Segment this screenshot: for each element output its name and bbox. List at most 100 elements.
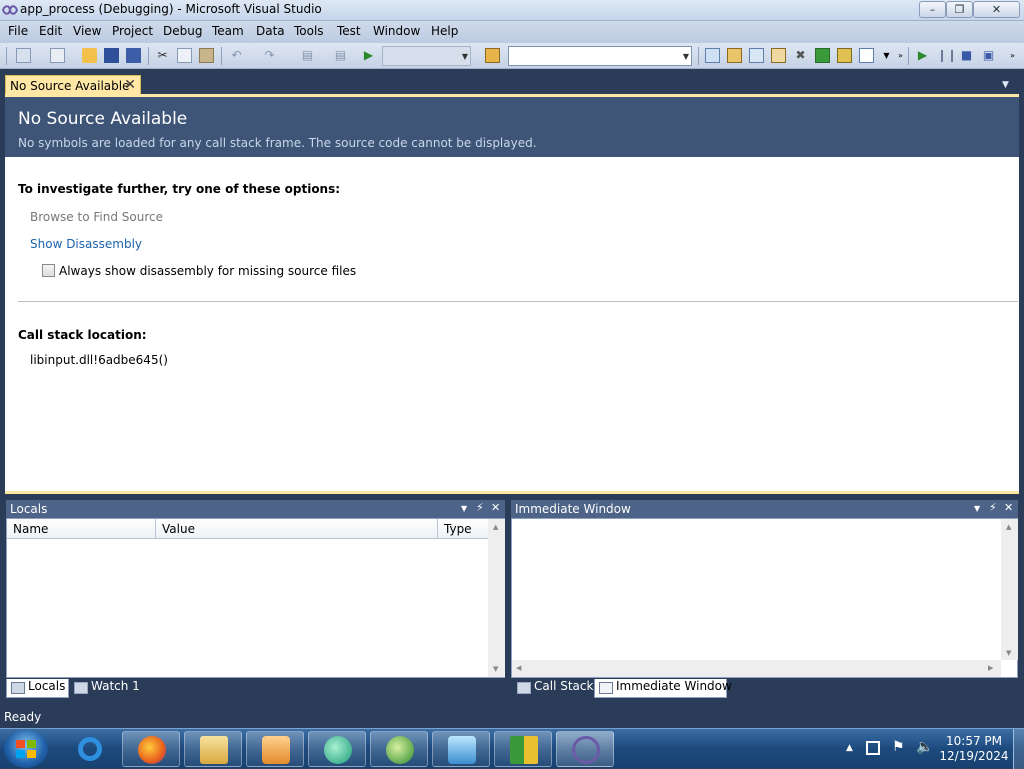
add-item-icon[interactable] <box>50 48 65 63</box>
command-window-icon[interactable] <box>859 48 874 63</box>
show-hidden-icons-icon[interactable]: ▲ <box>846 743 853 753</box>
tab-locals[interactable]: Locals <box>6 679 69 698</box>
scroll-down-icon[interactable]: ▼ <box>493 665 498 673</box>
clock-date: 12/19/2024 <box>939 749 1009 763</box>
navigate-backward-icon[interactable]: ▤ <box>300 48 315 63</box>
undo-icon[interactable]: ↶ <box>229 48 244 63</box>
solution-config-combo[interactable]: ▼ <box>382 46 471 66</box>
immediate-window-icon <box>599 682 613 694</box>
column-header-type[interactable]: Type <box>438 519 489 539</box>
close-button[interactable]: ✕ <box>973 1 1020 18</box>
close-icon[interactable]: ✕ <box>1004 501 1013 514</box>
open-file-icon[interactable] <box>82 48 97 63</box>
menu-help[interactable]: Help <box>431 24 458 38</box>
start-page-icon[interactable] <box>815 48 830 63</box>
solution-explorer-icon[interactable] <box>705 48 720 63</box>
taskbar-messenger[interactable] <box>308 731 366 767</box>
taskbar-media-player[interactable] <box>246 731 304 767</box>
save-icon[interactable] <box>104 48 119 63</box>
locals-grid[interactable]: Name Value Type ▲ ▼ <box>6 518 505 678</box>
tools-icon[interactable]: ✖ <box>793 48 808 63</box>
tab-call-stack[interactable]: Call Stack <box>513 679 593 698</box>
status-bar: Ready <box>0 706 1024 728</box>
scroll-left-icon[interactable]: ◀ <box>516 664 521 672</box>
menu-edit[interactable]: Edit <box>39 24 62 38</box>
find-combo[interactable]: ▼ <box>508 46 692 66</box>
menu-data[interactable]: Data <box>256 24 285 38</box>
restart-icon[interactable]: ▣ <box>981 48 996 63</box>
tab-immediate-window[interactable]: Immediate Window <box>594 679 732 698</box>
menu-debug[interactable]: Debug <box>163 24 202 38</box>
toolbar-grip <box>6 47 7 65</box>
continue-icon[interactable]: ▶ <box>915 48 930 63</box>
taskbar-app-tile[interactable] <box>494 731 552 767</box>
properties-icon[interactable] <box>727 48 742 63</box>
copy-icon[interactable] <box>177 48 192 63</box>
redo-icon[interactable]: ↷ <box>262 48 277 63</box>
always-show-disassembly-checkbox[interactable] <box>42 264 55 277</box>
close-icon[interactable]: ✕ <box>491 501 500 514</box>
menu-team[interactable]: Team <box>212 24 244 38</box>
immediate-window-editor[interactable]: ▲ ▼ ◀ ▶ <box>511 518 1018 678</box>
object-browser-icon[interactable] <box>749 48 764 63</box>
cut-icon[interactable]: ✂ <box>155 48 170 63</box>
tab-no-source-available[interactable]: No Source Available ✕ <box>5 75 141 96</box>
minimize-button[interactable]: – <box>919 1 946 18</box>
visual-studio-icon <box>572 736 600 764</box>
new-project-icon[interactable] <box>16 48 31 63</box>
tab-watch-1[interactable]: Watch 1 <box>70 679 142 698</box>
taskbar-file-explorer[interactable] <box>184 731 242 767</box>
internet-explorer-icon[interactable] <box>74 735 106 763</box>
window-position-icon[interactable]: ▼ <box>974 504 980 513</box>
scroll-up-icon[interactable]: ▲ <box>493 523 498 531</box>
class-view-icon[interactable] <box>837 48 852 63</box>
action-center-flag-icon[interactable]: ⚑ <box>892 739 905 755</box>
document-tab-strip <box>0 70 1024 96</box>
paste-icon[interactable] <box>199 48 214 63</box>
tab-list-dropdown-icon[interactable]: ▼ <box>1002 80 1009 90</box>
taskbar-visual-studio-debugger[interactable] <box>432 731 490 767</box>
locals-scrollbar[interactable]: ▲ ▼ <box>488 519 505 677</box>
toolbar-overflow-icon[interactable]: » <box>893 48 908 63</box>
stop-debugging-icon[interactable]: ■ <box>959 48 974 63</box>
menu-test[interactable]: Test <box>337 24 361 38</box>
taskbar-visual-studio[interactable] <box>556 731 614 767</box>
toolbox-icon[interactable] <box>771 48 786 63</box>
scroll-right-icon[interactable]: ▶ <box>988 664 993 672</box>
navigate-forward-icon[interactable]: ▤ <box>333 48 348 63</box>
taskbar-firefox[interactable] <box>122 731 180 767</box>
menu-view[interactable]: View <box>73 24 101 38</box>
menu-file[interactable]: File <box>8 24 28 38</box>
save-all-icon[interactable] <box>126 48 141 63</box>
scroll-up-icon[interactable]: ▲ <box>1006 523 1011 531</box>
menu-window[interactable]: Window <box>373 24 420 38</box>
scroll-down-icon[interactable]: ▼ <box>1006 649 1011 657</box>
menu-project[interactable]: Project <box>112 24 153 38</box>
volume-muted-icon[interactable]: 🔈 <box>916 739 933 755</box>
start-debugging-icon[interactable]: ▶ <box>361 48 376 63</box>
break-all-icon[interactable]: ❙❙ <box>937 48 957 63</box>
toolbar-overflow-icon[interactable]: » <box>1005 48 1020 63</box>
restore-button[interactable]: ❐ <box>946 1 973 18</box>
pin-icon[interactable]: ⚡ <box>989 501 997 514</box>
taskbar-windows-media-center[interactable] <box>370 731 428 767</box>
clock[interactable]: 10:57 PM 12/19/2024 <box>938 734 1010 764</box>
network-icon[interactable] <box>866 741 880 755</box>
show-disassembly-link[interactable]: Show Disassembly <box>30 237 142 251</box>
column-header-value[interactable]: Value <box>156 519 438 539</box>
start-button[interactable] <box>4 730 48 768</box>
menu-tools[interactable]: Tools <box>294 24 324 38</box>
column-header-name[interactable]: Name <box>7 519 156 539</box>
status-text: Ready <box>4 710 42 724</box>
callstack-heading: Call stack location: <box>18 328 147 342</box>
pin-icon[interactable]: ⚡ <box>476 501 484 514</box>
browse-to-find-source-link[interactable]: Browse to Find Source <box>30 210 163 224</box>
chevron-down-icon[interactable]: ▼ <box>879 48 894 63</box>
window-position-icon[interactable]: ▼ <box>461 504 467 513</box>
always-show-disassembly-label[interactable]: Always show disassembly for missing sour… <box>59 264 356 278</box>
find-in-files-icon[interactable] <box>485 48 500 63</box>
show-desktop-button[interactable] <box>1013 729 1024 769</box>
immediate-vertical-scrollbar[interactable]: ▲ ▼ <box>1001 519 1018 660</box>
immediate-horizontal-scrollbar[interactable]: ◀ ▶ <box>512 660 1001 677</box>
close-icon[interactable]: ✕ <box>124 77 136 93</box>
